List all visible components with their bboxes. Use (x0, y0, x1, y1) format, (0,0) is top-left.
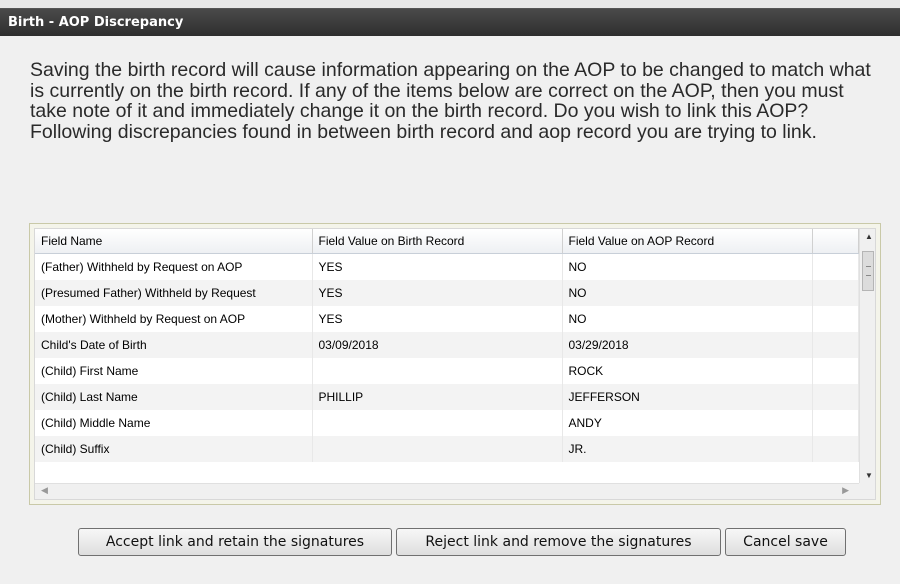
scroll-up-arrow-icon[interactable]: ▲ (865, 232, 873, 241)
cell-field-name: (Child) Suffix (35, 436, 313, 462)
grid-viewport: Field Name Field Value on Birth Record F… (34, 228, 876, 500)
cell-filler (812, 280, 859, 306)
cell-aop-value: NO (562, 253, 813, 280)
discrepancy-dialog: Birth - AOP Discrepancy Saving the birth… (0, 8, 900, 584)
table-row[interactable]: (Child) Middle Name ANDY (35, 410, 859, 436)
cell-field-name: (Mother) Withheld by Request on AOP (35, 306, 313, 332)
table-header-row: Field Name Field Value on Birth Record F… (35, 229, 859, 254)
grip-icon (866, 266, 871, 276)
vertical-scroll-thumb[interactable] (862, 251, 874, 291)
cell-birth-value: YES (312, 253, 563, 280)
cell-field-name: (Child) Middle Name (35, 410, 313, 436)
horizontal-scrollbar[interactable]: ◀ ▶ (35, 483, 859, 499)
discrepancy-table: Field Name Field Value on Birth Record F… (35, 229, 859, 462)
discrepancy-grid: Field Name Field Value on Birth Record F… (29, 223, 881, 505)
column-header-field-name[interactable]: Field Name (35, 229, 313, 254)
cell-birth-value: PHILLIP (312, 384, 563, 410)
cell-birth-value: YES (312, 280, 563, 306)
cell-birth-value: YES (312, 306, 563, 332)
scroll-right-arrow-icon[interactable]: ▶ (842, 485, 849, 496)
cell-filler (812, 253, 859, 280)
accept-link-button[interactable]: Accept link and retain the signatures (78, 528, 392, 556)
cell-field-name: Child's Date of Birth (35, 332, 313, 358)
scroll-down-arrow-icon[interactable]: ▼ (865, 471, 873, 480)
background-window-strip (0, 0, 900, 8)
dialog-title: Birth - AOP Discrepancy (0, 9, 900, 36)
column-header-filler (812, 229, 859, 254)
cell-filler (812, 410, 859, 436)
table-row[interactable]: (Child) Suffix JR. (35, 436, 859, 462)
cell-aop-value: ROCK (562, 358, 813, 384)
cell-field-name: (Child) Last Name (35, 384, 313, 410)
cell-aop-value: 03/29/2018 (562, 332, 813, 358)
cell-aop-value: JR. (562, 436, 813, 462)
table-row[interactable]: (Mother) Withheld by Request on AOP YES … (35, 306, 859, 332)
vertical-scrollbar[interactable]: ▲ ▼ (859, 229, 875, 483)
message-warning-text: Saving the birth record will cause infor… (30, 59, 871, 122)
cell-birth-value (312, 410, 563, 436)
table-row[interactable]: (Child) First Name ROCK (35, 358, 859, 384)
table-row[interactable]: (Child) Last Name PHILLIP JEFFERSON (35, 384, 859, 410)
scrollbar-corner (859, 483, 875, 499)
table-row[interactable]: Child's Date of Birth 03/09/2018 03/29/2… (35, 332, 859, 358)
column-header-aop-value[interactable]: Field Value on AOP Record (562, 229, 813, 254)
cancel-save-button[interactable]: Cancel save (725, 528, 846, 556)
cell-birth-value (312, 436, 563, 462)
table-row[interactable]: (Father) Withheld by Request on AOP YES … (35, 253, 859, 280)
cell-field-name: (Presumed Father) Withheld by Request (35, 280, 313, 306)
column-header-birth-value[interactable]: Field Value on Birth Record (312, 229, 563, 254)
scroll-left-arrow-icon[interactable]: ◀ (41, 485, 48, 496)
cell-field-name: (Father) Withheld by Request on AOP (35, 253, 313, 280)
cell-aop-value: ANDY (562, 410, 813, 436)
cell-filler (812, 384, 859, 410)
cell-birth-value: 03/09/2018 (312, 332, 563, 358)
reject-link-button[interactable]: Reject link and remove the signatures (396, 528, 721, 556)
cell-filler (812, 306, 859, 332)
cell-filler (812, 358, 859, 384)
cell-birth-value (312, 358, 563, 384)
message-discrepancy-text: Following discrepancies found in between… (30, 120, 817, 143)
cell-filler (812, 332, 859, 358)
cell-filler (812, 436, 859, 462)
cell-aop-value: JEFFERSON (562, 384, 813, 410)
table-row[interactable]: (Presumed Father) Withheld by Request YE… (35, 280, 859, 306)
cell-field-name: (Child) First Name (35, 358, 313, 384)
cell-aop-value: NO (562, 306, 813, 332)
dialog-message: Saving the birth record will cause infor… (30, 60, 875, 142)
cell-aop-value: NO (562, 280, 813, 306)
